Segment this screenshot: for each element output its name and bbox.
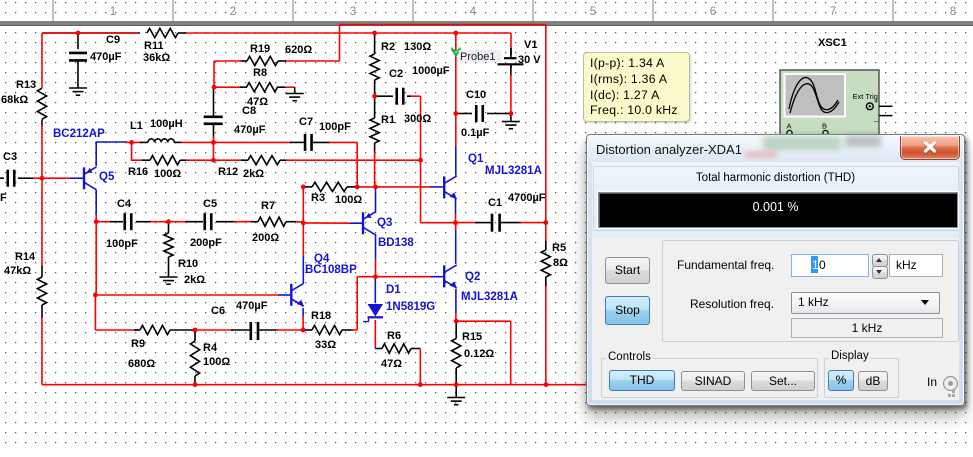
svg-text:Q5: Q5 bbox=[99, 171, 115, 183]
svg-text:R5: R5 bbox=[552, 242, 566, 254]
svg-text:470µF: 470µF bbox=[236, 300, 268, 312]
svg-text:100pF: 100pF bbox=[319, 121, 351, 133]
svg-text:0.12Ω: 0.12Ω bbox=[464, 348, 494, 360]
svg-text:30 V: 30 V bbox=[518, 54, 541, 66]
svg-text:4700µF: 4700µF bbox=[508, 192, 546, 204]
svg-text:C2: C2 bbox=[389, 68, 403, 80]
svg-text:R3: R3 bbox=[311, 192, 325, 204]
svg-text:R2: R2 bbox=[381, 41, 395, 53]
svg-text:100pF: 100pF bbox=[106, 238, 138, 250]
svg-text:3: 3 bbox=[350, 6, 356, 18]
svg-text:R15: R15 bbox=[462, 331, 482, 343]
svg-text:R16: R16 bbox=[128, 166, 148, 178]
svg-text:Q2: Q2 bbox=[465, 271, 480, 283]
svg-text:1000µF: 1000µF bbox=[412, 65, 450, 77]
svg-text:R13: R13 bbox=[16, 79, 36, 91]
svg-text:R12: R12 bbox=[218, 166, 238, 178]
svg-text:R14: R14 bbox=[15, 251, 36, 263]
svg-text:100Ω: 100Ω bbox=[154, 168, 181, 180]
svg-text:C10: C10 bbox=[466, 89, 486, 101]
svg-text:C5: C5 bbox=[203, 198, 217, 210]
svg-text:100Ω: 100Ω bbox=[335, 194, 362, 206]
svg-text:620Ω: 620Ω bbox=[285, 44, 312, 56]
svg-text:R6: R6 bbox=[387, 330, 401, 342]
svg-text:Q3: Q3 bbox=[377, 217, 392, 229]
svg-text:7: 7 bbox=[830, 6, 836, 18]
svg-text:R8: R8 bbox=[253, 67, 267, 79]
svg-text:A: A bbox=[787, 122, 792, 131]
svg-text:2kΩ: 2kΩ bbox=[243, 168, 264, 180]
svg-text:R9: R9 bbox=[131, 338, 145, 350]
svg-text:+: + bbox=[874, 99, 878, 106]
svg-text:R18: R18 bbox=[311, 310, 331, 322]
svg-text:MJL3281A: MJL3281A bbox=[485, 165, 542, 177]
svg-text:100Ω: 100Ω bbox=[203, 356, 230, 368]
svg-text:8: 8 bbox=[950, 6, 956, 18]
svg-text:68kΩ: 68kΩ bbox=[1, 94, 28, 106]
svg-text:130Ω: 130Ω bbox=[404, 41, 431, 53]
svg-text:D1: D1 bbox=[386, 284, 401, 296]
svg-text:0.1µF: 0.1µF bbox=[461, 127, 490, 139]
svg-text:MJL3281A: MJL3281A bbox=[461, 291, 518, 303]
svg-text:BC212AP: BC212AP bbox=[53, 128, 105, 140]
svg-text:C6: C6 bbox=[211, 305, 225, 317]
svg-text:Probe1: Probe1 bbox=[460, 51, 495, 63]
svg-text:V1: V1 bbox=[524, 39, 537, 51]
svg-text:C3: C3 bbox=[3, 151, 17, 163]
svg-text:R1: R1 bbox=[381, 114, 395, 126]
svg-text:Q1: Q1 bbox=[468, 153, 484, 165]
svg-text:L1: L1 bbox=[130, 120, 143, 132]
svg-text:680Ω: 680Ω bbox=[128, 358, 155, 370]
svg-text:R4: R4 bbox=[203, 342, 218, 354]
svg-text:C7: C7 bbox=[299, 116, 313, 128]
svg-text:4: 4 bbox=[470, 6, 477, 18]
svg-text:F: F bbox=[0, 192, 7, 204]
svg-text:36kΩ: 36kΩ bbox=[143, 52, 170, 64]
svg-text:XSC1: XSC1 bbox=[818, 37, 847, 49]
svg-text:R11: R11 bbox=[144, 40, 164, 52]
svg-text:R7: R7 bbox=[261, 200, 275, 212]
svg-text:R19: R19 bbox=[250, 43, 270, 55]
svg-text:C1: C1 bbox=[488, 197, 502, 209]
svg-text:C9: C9 bbox=[106, 34, 120, 46]
svg-text:470µF: 470µF bbox=[234, 124, 266, 136]
svg-text:200pF: 200pF bbox=[190, 237, 222, 249]
svg-text:1: 1 bbox=[110, 6, 116, 18]
svg-text:BD138: BD138 bbox=[378, 237, 414, 249]
svg-text:B: B bbox=[822, 122, 827, 131]
svg-text:47kΩ: 47kΩ bbox=[4, 265, 31, 277]
svg-text:300Ω: 300Ω bbox=[404, 113, 431, 125]
svg-text:8Ω: 8Ω bbox=[553, 257, 568, 269]
svg-text:6: 6 bbox=[710, 6, 716, 18]
svg-text:C8: C8 bbox=[242, 105, 256, 117]
svg-text:BC108BP: BC108BP bbox=[305, 264, 357, 276]
svg-text:2: 2 bbox=[230, 6, 236, 18]
svg-text:33Ω: 33Ω bbox=[315, 339, 336, 351]
svg-text:470µF: 470µF bbox=[90, 51, 122, 63]
svg-text:5: 5 bbox=[590, 6, 596, 18]
svg-text:1N5819G: 1N5819G bbox=[386, 301, 435, 313]
svg-text:200Ω: 200Ω bbox=[252, 232, 279, 244]
svg-text:47Ω: 47Ω bbox=[381, 358, 402, 370]
svg-text:100µH: 100µH bbox=[150, 118, 183, 130]
svg-text:2kΩ: 2kΩ bbox=[184, 274, 205, 286]
svg-text:R10: R10 bbox=[178, 258, 198, 270]
svg-text:_: _ bbox=[873, 115, 878, 122]
svg-text:C4: C4 bbox=[117, 198, 132, 210]
